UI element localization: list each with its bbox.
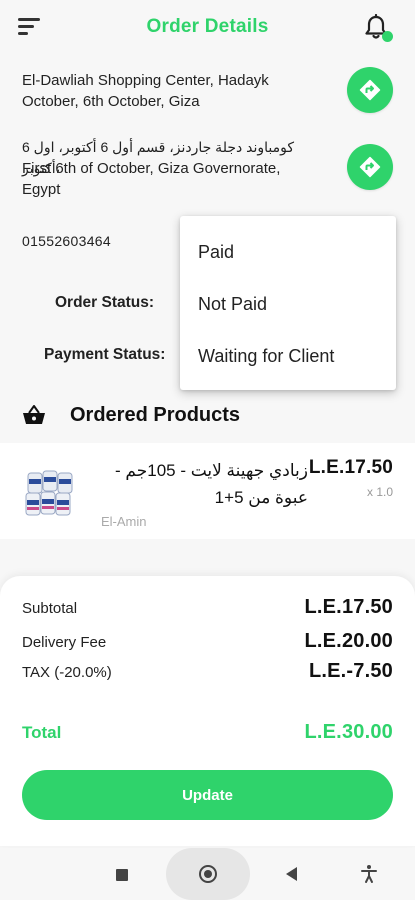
notification-badge — [382, 31, 393, 42]
notification-bell-icon[interactable] — [363, 13, 393, 44]
total-row: Total L.E.30.00 — [22, 721, 393, 744]
delivery-fee-row: Delivery Fee L.E.20.00 — [22, 630, 393, 653]
order-summary-panel: Subtotal L.E.17.50 Delivery Fee L.E.20.0… — [0, 576, 415, 846]
payment-status-dropdown-menu: Paid Not Paid Waiting for Client — [180, 216, 396, 390]
payment-status-label: Payment Status: — [44, 346, 166, 363]
delivery-fee-label: Delivery Fee — [22, 634, 107, 651]
order-status-label: Order Status: — [55, 294, 155, 311]
app-header: Order Details — [0, 0, 415, 56]
address-line-1: El-Dawliah Shopping Center, Hadayk Octob… — [22, 72, 269, 110]
system-nav-bar — [0, 848, 415, 900]
product-price: L.E.17.50 — [308, 457, 393, 478]
dropdown-option-not-paid[interactable]: Not Paid — [180, 278, 396, 330]
ordered-products-title: Ordered Products — [70, 403, 241, 426]
directions-button-1[interactable] — [347, 67, 393, 113]
order-details-screen: Order Details El-Dawliah Shopping Center… — [0, 0, 415, 900]
subtotal-row: Subtotal L.E.17.50 — [22, 596, 393, 619]
tax-row: TAX (-20.0%) L.E.-7.50 — [22, 660, 393, 683]
accessibility-icon[interactable] — [360, 864, 378, 884]
directions-button-2[interactable] — [347, 144, 393, 190]
product-row[interactable]: زبادي جهينة لايت - 105جم - عبوة من 5+1 E… — [0, 443, 415, 539]
dropdown-option-waiting-for-client[interactable]: Waiting for Client — [180, 330, 396, 382]
product-image — [25, 470, 73, 516]
address-line-2: First 6th of October, Giza Governorate, … — [22, 160, 281, 198]
subtotal-label: Subtotal — [22, 600, 78, 617]
directions-icon — [359, 156, 381, 178]
tax-value: L.E.-7.50 — [308, 660, 393, 682]
product-store: El-Amin — [101, 514, 147, 529]
back-icon[interactable] — [286, 867, 297, 881]
total-label: Total — [22, 723, 62, 742]
recent-apps-icon[interactable] — [116, 869, 128, 881]
home-icon[interactable] — [199, 865, 217, 883]
page-title: Order Details — [146, 16, 269, 37]
delivery-fee-value: L.E.20.00 — [304, 630, 393, 652]
subtotal-value: L.E.17.50 — [304, 596, 393, 618]
ordered-products-header: Ordered Products — [22, 400, 240, 430]
basket-icon — [23, 405, 45, 424]
directions-icon — [359, 79, 381, 101]
product-name-wrap: زبادي جهينة لايت - 105جم - عبوة من 5+1 — [100, 457, 308, 511]
update-button[interactable]: Update — [22, 770, 393, 820]
total-value: L.E.30.00 — [304, 721, 393, 743]
product-quantity: x 1.0 — [366, 485, 393, 499]
product-name: زبادي جهينة لايت - 105جم - عبوة من 5+1 — [115, 461, 308, 507]
tax-label: TAX (-20.0%) — [22, 664, 112, 681]
dropdown-option-paid[interactable]: Paid — [180, 226, 396, 278]
phone-number[interactable]: 01552603464 — [22, 233, 111, 249]
